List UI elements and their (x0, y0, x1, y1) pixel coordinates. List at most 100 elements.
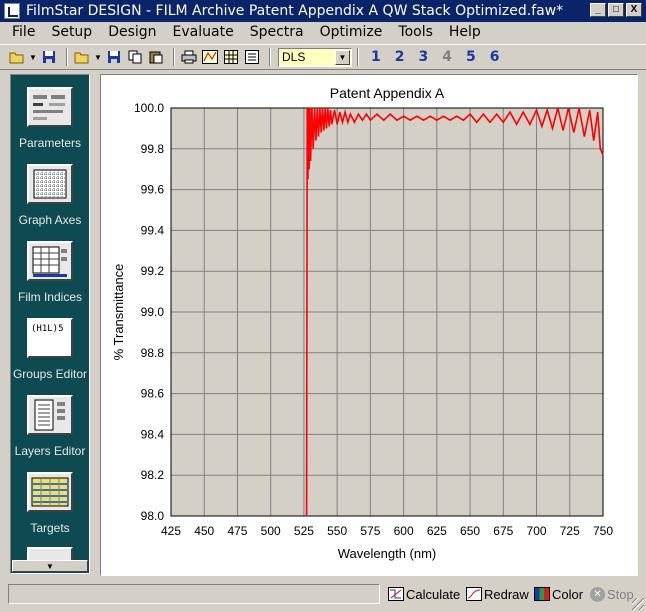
redraw-label: Redraw (484, 586, 529, 602)
x-tick-label: 625 (427, 524, 447, 538)
x-tick-label: 575 (360, 524, 380, 538)
menu-evaluate[interactable]: Evaluate (165, 24, 242, 40)
film-indices-icon (27, 241, 73, 281)
close-button[interactable]: X (626, 3, 642, 17)
x-tick-label: 500 (261, 524, 281, 538)
sidebar-scroll-down[interactable]: ▼ (12, 560, 88, 572)
graph-plot-icon[interactable] (201, 48, 219, 66)
y-tick-label: 98.8 (141, 346, 165, 360)
menu-file[interactable]: File (4, 24, 43, 40)
color-label: Color (552, 586, 584, 602)
sidebar-item-label: Layers Editor (14, 444, 86, 458)
sidebar-item-label: Groups Editor (12, 367, 88, 381)
save-icon[interactable] (105, 48, 123, 66)
y-tick-label: 98.6 (141, 387, 165, 401)
print-icon[interactable] (180, 48, 198, 66)
resize-grip[interactable] (632, 598, 644, 610)
y-tick-label: 98.2 (141, 468, 165, 482)
x-axis-label: Wavelength (nm) (338, 546, 437, 561)
calculate-button[interactable]: Calculate (388, 584, 460, 604)
x-tick-label: 725 (560, 524, 580, 538)
toolbar-separator (357, 48, 359, 66)
targets-icon (27, 472, 73, 512)
toolbar: ▼ ▼ DLS ▼ 1 2 3 4 5 6 (0, 44, 646, 70)
sidebar-item-label: Parameters (18, 136, 82, 150)
sidebar-item-groups-editor[interactable]: (H1L)5 Groups Editor (11, 318, 89, 381)
sidebar-item-layers-editor[interactable]: Layers Editor (11, 395, 89, 458)
toolbar-separator (269, 48, 271, 66)
chart-title: Patent Appendix A (330, 85, 445, 101)
x-tick-label: 425 (161, 524, 181, 538)
chart-panel: 425 450 475 500 525 550 575 600 625 650 675 700 725 7… (100, 74, 638, 576)
x-tick-label: 700 (527, 524, 547, 538)
sidebar-item-label: Targets (30, 521, 70, 535)
status-message-field (8, 584, 380, 604)
redraw-button[interactable]: Redraw (466, 584, 529, 604)
layers-editor-icon (27, 395, 73, 435)
window-title: FilmStar DESIGN - FILM Archive Patent Ap… (26, 3, 564, 19)
graph-axes-icon (27, 164, 73, 204)
menu-tools[interactable]: Tools (390, 24, 441, 40)
menu-bar: File Setup Design Evaluate Spectra Optim… (0, 22, 646, 42)
layout-button-4[interactable]: 4 (442, 49, 452, 65)
y-tick-label: 98.4 (141, 427, 165, 441)
stop-icon: ✕ (590, 586, 605, 602)
groups-editor-icon-text: (H1L)5 (31, 324, 64, 334)
paste-icon[interactable] (147, 48, 165, 66)
stop-button[interactable]: ✕ Stop (590, 584, 634, 604)
x-tick-label: 550 (327, 524, 347, 538)
redraw-icon (466, 587, 482, 601)
color-icon (534, 587, 550, 601)
y-tick-label: 99.2 (141, 264, 165, 278)
menu-setup[interactable]: Setup (43, 24, 100, 40)
sidebar-item-film-indices[interactable]: Film Indices (11, 241, 89, 304)
layout-button-5[interactable]: 5 (466, 49, 476, 65)
y-tick-label: 100.0 (134, 101, 164, 115)
calculate-icon (388, 587, 404, 601)
x-tick-label: 450 (194, 524, 214, 538)
y-tick-label: 99.8 (141, 142, 165, 156)
toolbar-separator (66, 48, 68, 66)
method-select[interactable]: DLS ▼ (278, 47, 352, 67)
menu-design[interactable]: Design (100, 24, 164, 40)
toolbar-separator (173, 48, 175, 66)
menu-spectra[interactable]: Spectra (242, 24, 312, 40)
layout-button-3[interactable]: 3 (419, 49, 429, 65)
open-folder-icon[interactable] (8, 48, 26, 66)
x-tick-label: 650 (460, 524, 480, 538)
dropdown-arrow-icon[interactable]: ▼ (94, 48, 102, 66)
copy-icon[interactable] (126, 48, 144, 66)
x-tick-label: 600 (394, 524, 414, 538)
layout-button-1[interactable]: 1 (371, 49, 381, 65)
sidebar-item-graph-axes[interactable]: Graph Axes (11, 164, 89, 227)
x-tick-label: 525 (294, 524, 314, 538)
color-button[interactable]: Color (534, 584, 583, 604)
y-tick-label: 99.4 (141, 223, 165, 237)
app-icon[interactable] (4, 3, 20, 19)
dropdown-arrow-icon[interactable]: ▼ (29, 48, 37, 66)
table-icon[interactable] (222, 48, 240, 66)
document-list-icon[interactable] (243, 48, 261, 66)
window-controls: _ □ X (590, 3, 642, 17)
sidebar-item-targets[interactable]: Targets (11, 472, 89, 535)
sidebar-item-label: Graph Axes (18, 213, 82, 227)
y-axis-label: % Transmittance (111, 264, 126, 361)
status-bar: Calculate Redraw Color ✕ Stop (0, 580, 646, 612)
sidebar-item-label: Film Indices (17, 290, 82, 304)
minimize-button[interactable]: _ (590, 3, 606, 17)
chevron-down-icon[interactable]: ▼ (335, 49, 350, 65)
stop-label: Stop (607, 586, 634, 602)
sidebar: Parameters Graph Axes Film Indices (H1L)… (10, 74, 90, 574)
x-tick-label: 475 (227, 524, 247, 538)
x-tick-label: 675 (493, 524, 513, 538)
layout-button-2[interactable]: 2 (395, 49, 405, 65)
calculate-label: Calculate (406, 586, 461, 602)
sidebar-item-parameters[interactable]: Parameters (11, 87, 89, 150)
save-icon[interactable] (40, 48, 58, 66)
maximize-button[interactable]: □ (608, 3, 624, 17)
y-tick-label: 99.0 (141, 305, 165, 319)
menu-help[interactable]: Help (441, 24, 489, 40)
menu-optimize[interactable]: Optimize (312, 24, 391, 40)
open-folder-icon[interactable] (73, 48, 91, 66)
layout-button-6[interactable]: 6 (490, 49, 500, 65)
